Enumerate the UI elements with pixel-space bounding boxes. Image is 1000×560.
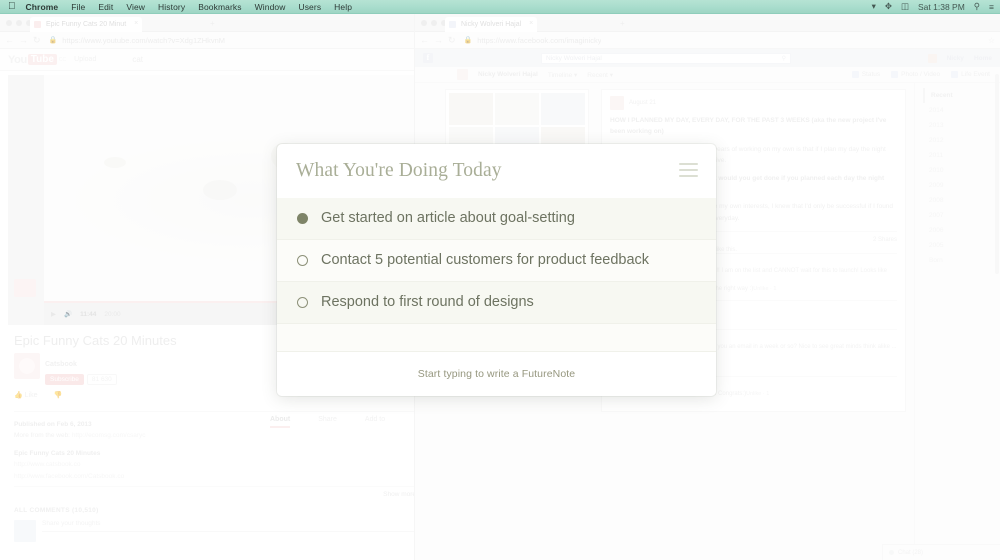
macos-menu-bar:  Chrome File Edit View History Bookmark… <box>0 0 1000 14</box>
task-status-dot-open[interactable] <box>297 254 308 266</box>
menu-item-bookmarks[interactable]: Bookmarks <box>198 2 241 12</box>
futurenote-hint: Start typing to write a FutureNote <box>417 367 576 380</box>
task-item[interactable]: Respond to first round of designs <box>277 281 716 324</box>
modal-footer[interactable]: Start typing to write a FutureNote <box>277 351 716 396</box>
menu-item-view[interactable]: View <box>126 2 145 12</box>
notification-center-icon[interactable]: ≡ <box>989 2 994 12</box>
wifi-icon[interactable]: ▾ <box>872 1 876 12</box>
task-status-dot-open[interactable] <box>297 296 308 308</box>
hamburger-menu-icon[interactable] <box>679 163 698 177</box>
menu-bar-status-area: ▾ ✥ ◫ Sat 1:38 PM ⚲ ≡ <box>863 1 994 12</box>
apple-logo-icon[interactable]:  <box>8 1 16 12</box>
task-label: Get started on article about goal-settin… <box>321 210 575 226</box>
task-status-dot-completed[interactable] <box>297 213 308 224</box>
menu-item-history[interactable]: History <box>158 2 185 12</box>
menu-item-users[interactable]: Users <box>298 2 321 12</box>
bluetooth-icon[interactable]: ✥ <box>885 1 892 12</box>
task-item[interactable]: Get started on article about goal-settin… <box>277 198 716 240</box>
modal-title: What You're Doing Today <box>296 160 502 181</box>
task-label: Respond to first round of designs <box>321 293 534 310</box>
futurenote-modal[interactable]: What You're Doing Today Get started on a… <box>277 144 716 396</box>
menu-bar-clock[interactable]: Sat 1:38 PM <box>918 2 965 12</box>
menu-item-file[interactable]: File <box>71 2 85 12</box>
menu-item-help[interactable]: Help <box>334 2 352 12</box>
search-icon[interactable]: ⚲ <box>974 1 980 12</box>
task-label: Contact 5 potential customers for produc… <box>321 251 650 268</box>
battery-icon[interactable]: ◫ <box>901 1 909 12</box>
menu-item-edit[interactable]: Edit <box>98 2 113 12</box>
task-item[interactable]: Contact 5 potential customers for produc… <box>277 239 716 282</box>
task-empty-row[interactable] <box>277 323 716 352</box>
menu-item-window[interactable]: Window <box>255 2 286 12</box>
modal-header: What You're Doing Today <box>277 144 716 198</box>
screen:  Chrome File Edit View History Bookmark… <box>0 0 1000 560</box>
menu-item-chrome[interactable]: Chrome <box>26 2 59 12</box>
